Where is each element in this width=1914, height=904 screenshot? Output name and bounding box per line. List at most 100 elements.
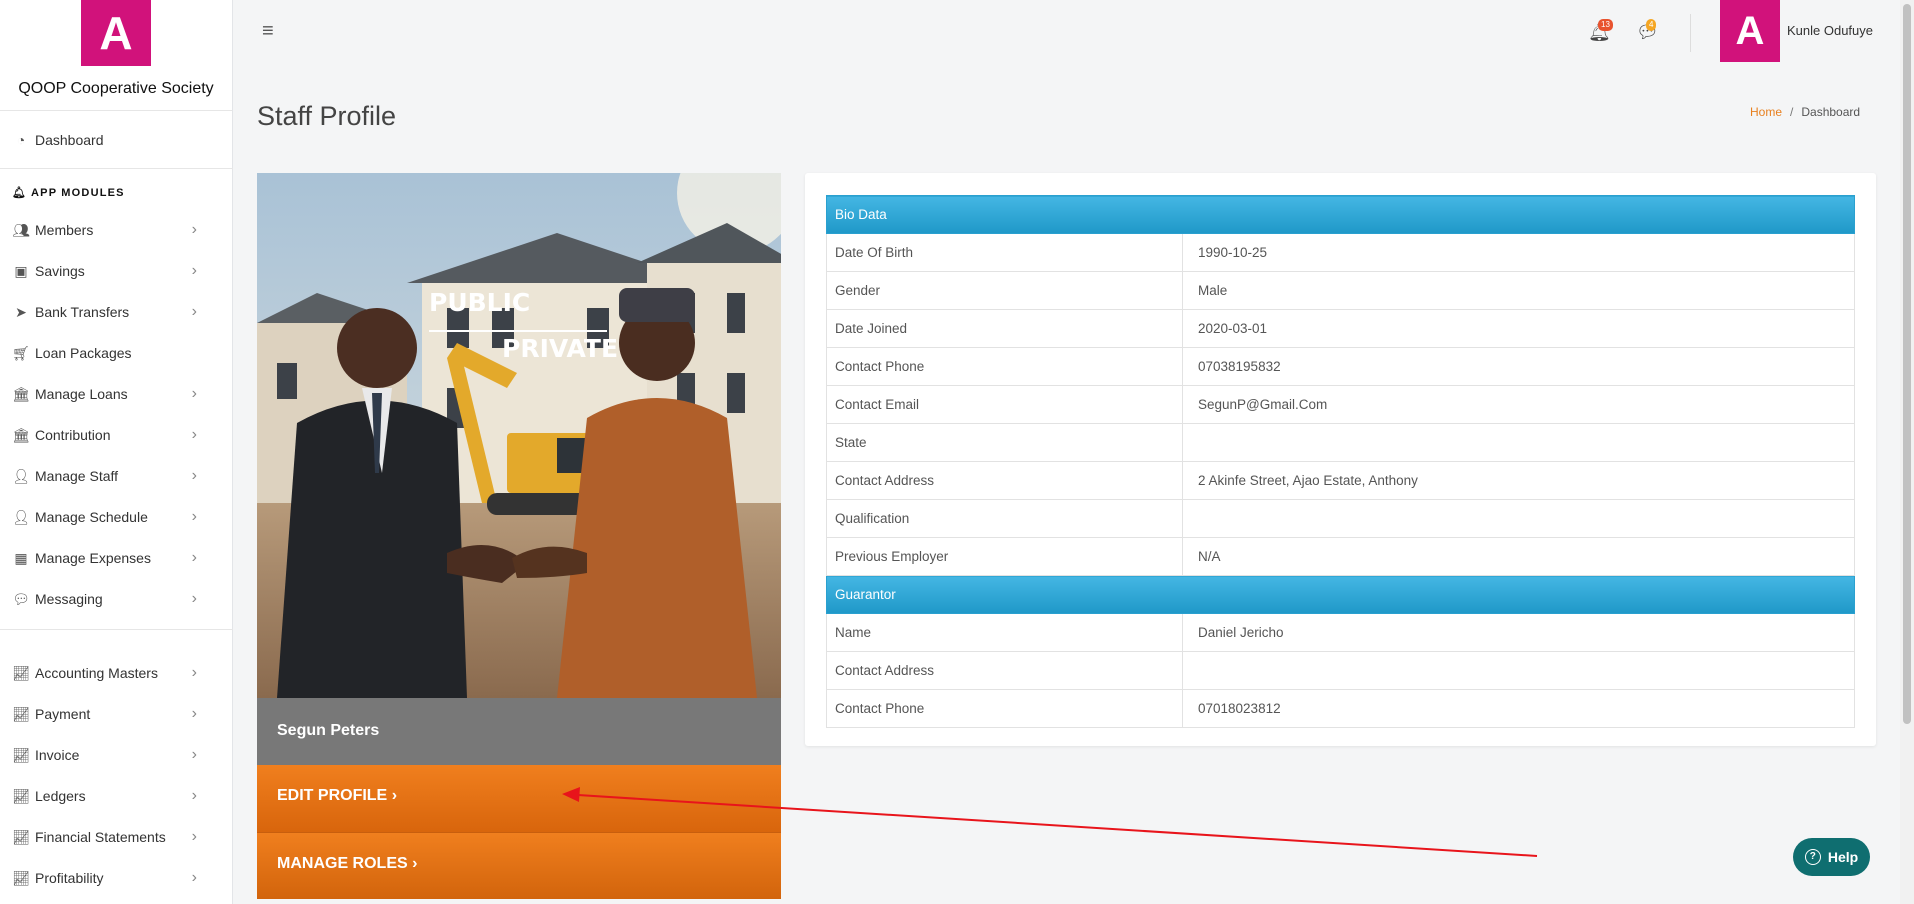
comments-icon: 💬︎ (12, 590, 30, 607)
sidebar-item-label: Bank Transfers (35, 304, 130, 320)
sidebar-item-manage-loans[interactable]: 🏛︎ Manage Loans › (0, 374, 233, 414)
sidebar-item-label: Members (35, 222, 94, 238)
sidebar-item-label: Contribution (35, 427, 111, 443)
sidebar-item-label: Dashboard (35, 132, 104, 148)
chart-icon: 📈︎ (12, 705, 30, 722)
user-icon: 👤︎ (12, 467, 30, 484)
question-icon: ? (1804, 849, 1821, 865)
sidebar-item-label: Payment (35, 706, 91, 722)
table-header-row: Bio Data (826, 195, 1855, 234)
avatar[interactable]: A (1720, 0, 1780, 62)
calculator-icon: ▦ (14, 549, 28, 566)
help-button[interactable]: ? Help (1793, 838, 1870, 876)
bank-icon: 🏛︎ (12, 385, 30, 402)
notifications-button[interactable]: 🔔︎ 13 (1588, 19, 1613, 43)
photo-text-private: PRIVATE (502, 334, 618, 363)
sidebar-item-label: Messaging (35, 591, 103, 607)
sidebar-item-savings[interactable]: ▣ Savings › (0, 251, 233, 291)
scrollbar[interactable] (1900, 0, 1914, 904)
divider (0, 629, 233, 630)
chevron-right-icon: › (191, 549, 197, 566)
chevron-right-icon: › (191, 508, 197, 525)
table-row: Contact Address (826, 651, 1855, 690)
chevron-right-icon: › (191, 467, 197, 484)
scrollbar-thumb[interactable] (1903, 4, 1911, 724)
sidebar-item-label: Profitability (35, 870, 104, 886)
chevron-right-icon: › (191, 262, 197, 279)
sidebar-item-label: Loan Packages (35, 345, 132, 361)
table-row: Contact Email SegunP@Gmail.Com (826, 385, 1855, 424)
messages-button[interactable]: 💬︎ 4 (1636, 19, 1659, 43)
sidebar-item-label: Manage Schedule (35, 509, 148, 525)
hamburger-menu-icon[interactable]: ≡ (262, 20, 274, 43)
sidebar-item-manage-schedule[interactable]: 👤︎ Manage Schedule › (0, 497, 233, 537)
sidebar-item-label: Manage Staff (35, 468, 119, 484)
sidebar-item-members[interactable]: 👥︎ Members › (0, 210, 233, 250)
edit-profile-button[interactable]: EDIT PROFILE › (257, 765, 781, 832)
sidebar-item-label: Manage Expenses (35, 550, 151, 566)
table-row: Name Daniel Jericho (826, 613, 1855, 652)
sidebar-item-label: Savings (35, 263, 85, 279)
chart-icon: 📈︎ (12, 746, 30, 763)
sidebar-item-messaging[interactable]: 💬︎ Messaging › (0, 579, 233, 619)
user-icon: 👤︎ (12, 508, 30, 525)
chevron-right-icon: › (191, 221, 197, 238)
table-row: Date Joined 2020-03-01 (826, 309, 1855, 348)
sidebar-item-ledgers[interactable]: 📈︎ Ledgers › (0, 776, 233, 816)
cart-icon: 🛒︎ (12, 344, 30, 361)
sidebar-item-label: Ledgers (35, 788, 86, 804)
brand-name: QOOP Cooperative Society (18, 80, 214, 97)
sidebar-item-profitability[interactable]: 📈︎ Profitability › (0, 858, 233, 898)
table-row: Gender Male (826, 271, 1855, 310)
sidebar-item-manage-expenses[interactable]: ▦ Manage Expenses › (0, 538, 233, 578)
chevron-right-icon: › (191, 590, 197, 607)
bank-icon: 🏛︎ (12, 426, 30, 443)
chevron-right-icon: › (191, 746, 197, 763)
manage-roles-button[interactable]: MANAGE ROLES › (257, 832, 781, 899)
sidebar-item-manage-staff[interactable]: 👤︎ Manage Staff › (0, 456, 233, 496)
sidebar-item-payment[interactable]: 📈︎ Payment › (0, 694, 233, 734)
sidebar-item-accounting-masters[interactable]: 📈︎ Accounting Masters › (0, 653, 233, 693)
paper-plane-icon: ➤ (15, 303, 27, 320)
divider (0, 168, 233, 169)
chevron-right-icon: › (412, 855, 418, 872)
table-row: Contact Address 2 Akinfe Street, Ajao Est… (826, 461, 1855, 500)
guarantor-header: Guarantor (826, 575, 1855, 614)
table-header-row: Guarantor (826, 575, 1855, 614)
sidebar-item-label: Invoice (35, 747, 80, 763)
breadcrumb: Home / Dashboard (1750, 105, 1861, 119)
divider (1690, 14, 1691, 52)
sidebar-item-dashboard[interactable]: ◔ Dashboard (0, 120, 233, 160)
chevron-right-icon: › (191, 787, 197, 804)
bio-data-panel: Bio Data Date Of Birth 1990-10-25 Gender M… (805, 173, 1876, 746)
breadcrumb-current: Dashboard (1801, 105, 1861, 119)
table-row: Qualification (826, 499, 1855, 538)
chart-icon: 📈︎ (12, 869, 30, 886)
chevron-right-icon: › (191, 426, 197, 443)
sidebar-item-invoice[interactable]: 📈︎ Invoice › (0, 735, 233, 775)
profile-photo: PUBLIC PRIVATE (257, 173, 781, 698)
sidebar-item-loan-packages[interactable]: 🛒︎ Loan Packages (0, 333, 233, 373)
chevron-right-icon: › (191, 385, 197, 402)
sidebar-item-contribution[interactable]: 🏛︎ Contribution › (0, 415, 233, 455)
table-row: Contact Phone 07018023812 (826, 689, 1855, 728)
chevron-right-icon: › (191, 664, 197, 681)
sidebar-item-bank-transfers[interactable]: ➤ Bank Transfers › (0, 292, 233, 332)
bio-data-header: Bio Data (826, 195, 1855, 234)
brand-logo[interactable]: A (81, 0, 151, 66)
section-heading: 🔔︎ APP MODULES (12, 187, 125, 199)
sidebar-item-label: Financial Statements (35, 829, 166, 845)
chevron-right-icon: › (191, 705, 197, 722)
profile-name: Segun Peters (257, 698, 781, 765)
dashboard-icon: ◔ (16, 132, 26, 148)
username[interactable]: Kunle Odufuye (1787, 23, 1873, 38)
sidebar-item-financial-statements[interactable]: 📈︎ Financial Statements › (0, 817, 233, 857)
chart-icon: 📈︎ (12, 664, 30, 681)
table-row: State (826, 423, 1855, 462)
chevron-right-icon: › (191, 869, 197, 886)
users-icon: 👥︎ (12, 221, 30, 238)
breadcrumb-home-link[interactable]: Home (1750, 105, 1782, 119)
chevron-right-icon: › (191, 828, 197, 845)
photo-text-public: PUBLIC (429, 288, 530, 317)
sidebar: A QOOP Cooperative Society ◔ Dashboard 🔔… (0, 0, 233, 904)
